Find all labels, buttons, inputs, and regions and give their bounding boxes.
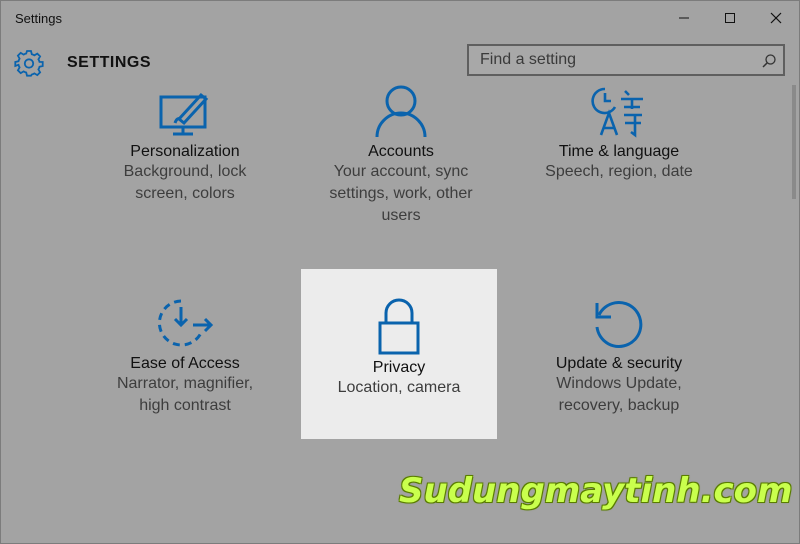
tile-description-line: users: [381, 207, 421, 224]
personalization-icon: [159, 92, 209, 136]
tile-description-line: high contrast: [139, 397, 231, 414]
title-bar[interactable]: Settings: [1, 1, 799, 35]
tile-description-line: screen, colors: [135, 185, 235, 202]
tile-description-line: recovery, backup: [558, 397, 680, 414]
tile-name: Accounts: [368, 143, 434, 160]
tile-name: Ease of Access: [130, 355, 240, 372]
tile-description: Narrator, magnifier, high contrast: [87, 373, 283, 417]
tile-description-line: Your account, sync: [333, 163, 469, 180]
search-icon[interactable]: [761, 53, 777, 69]
ease-of-access-icon: [157, 299, 214, 347]
tile-description-line: Windows Update,: [556, 375, 682, 392]
tile-description-line: Speech, region, date: [545, 163, 693, 180]
gear-icon[interactable]: [14, 48, 44, 78]
tile-name: Privacy: [372, 359, 426, 376]
tile-description-line: Background, lock: [123, 163, 247, 180]
tile-description: Location, camera: [301, 377, 497, 399]
close-button[interactable]: [753, 1, 799, 35]
settings-header: SETTINGS: [1, 41, 799, 85]
tile-name: Time & language: [558, 143, 680, 160]
tile-accounts[interactable]: Accounts Your account, sync settings, wo…: [303, 85, 499, 227]
search-box[interactable]: [467, 44, 785, 76]
lock-icon: [378, 298, 420, 355]
scrollbar[interactable]: [792, 85, 796, 199]
tile-personalization[interactable]: Personalization Background, lock screen,…: [87, 89, 283, 205]
tile-update-security[interactable]: Update & security Windows Update, recove…: [521, 297, 717, 417]
tile-description: Background, lock screen, colors: [87, 161, 283, 205]
time-language-icon: [591, 87, 643, 138]
tile-privacy[interactable]: Privacy Location, camera: [301, 269, 497, 439]
minimize-icon: [679, 17, 689, 19]
update-icon: [595, 301, 643, 348]
maximize-icon: [725, 13, 735, 23]
tile-description: Windows Update, recovery, backup: [521, 373, 717, 417]
close-icon: [770, 12, 782, 24]
search-input[interactable]: [469, 46, 760, 74]
window-title: Settings: [15, 11, 62, 26]
tile-description: Speech, region, date: [521, 161, 717, 183]
watermark: Sudungmaytinh.com: [399, 471, 793, 511]
tile-ease-of-access[interactable]: Ease of Access Narrator, magnifier, high…: [87, 297, 283, 417]
tile-time-language[interactable]: Time & language Speech, region, date: [521, 85, 717, 183]
accounts-icon: [375, 85, 427, 138]
tile-description: Your account, sync settings, work, other…: [303, 161, 499, 227]
settings-window: Settings SETTINGS Find a setting Persona…: [0, 0, 800, 544]
page-title: SETTINGS: [67, 54, 152, 71]
tile-name: Personalization: [130, 143, 240, 160]
minimize-button[interactable]: [661, 1, 707, 35]
tile-description-line: settings, work, other: [329, 185, 473, 202]
tile-description-line: Location, camera: [337, 379, 461, 396]
maximize-button[interactable]: [707, 1, 753, 35]
tile-name: Update & security: [555, 355, 683, 372]
tile-description-line: Narrator, magnifier,: [116, 375, 254, 392]
